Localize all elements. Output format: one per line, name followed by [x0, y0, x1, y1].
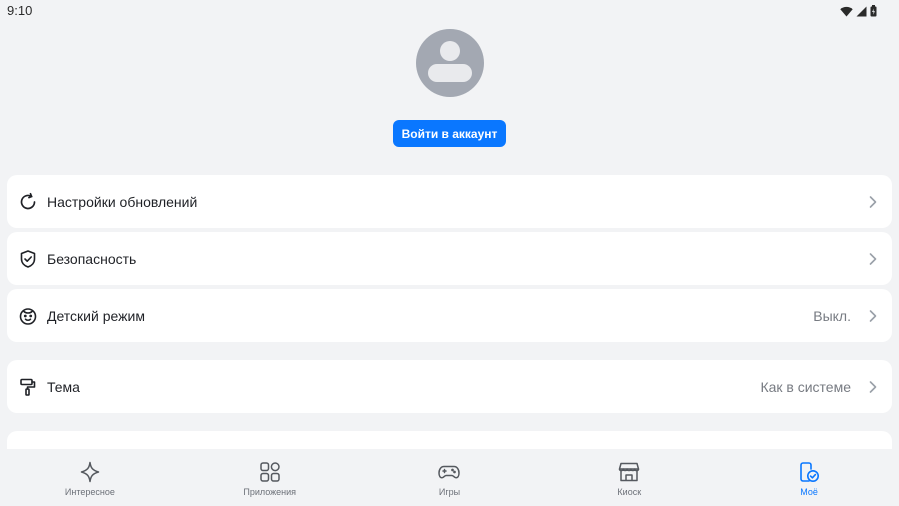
settings-row-label: Детский режим	[47, 307, 145, 324]
nav-label: Приложения	[243, 487, 297, 497]
settings-row-theme[interactable]: Тема Как в системе	[7, 360, 892, 413]
avatar-head	[440, 41, 460, 61]
nav-item-kiosk[interactable]: Киоск	[539, 449, 719, 506]
login-button[interactable]: Войти в аккаунт	[393, 120, 506, 147]
wifi-icon	[840, 4, 853, 22]
settings-row-security[interactable]: Безопасность	[7, 232, 892, 285]
store-icon	[617, 460, 641, 484]
paint-roller-icon	[18, 377, 38, 397]
status-icons	[840, 4, 877, 22]
settings-row-label: Безопасность	[47, 250, 137, 267]
my-page-screen: 9:10 Войти в аккаунт Настройки обновлени…	[0, 0, 899, 506]
child-face-icon	[18, 306, 38, 326]
apps-grid-icon	[258, 460, 282, 484]
settings-row-updates[interactable]: Настройки обновлений	[7, 175, 892, 228]
nav-item-apps[interactable]: Приложения	[180, 449, 360, 506]
shield-check-icon	[18, 249, 38, 269]
battery-icon	[870, 4, 877, 22]
chevron-right-icon	[868, 379, 878, 395]
settings-row-kids-mode[interactable]: Детский режим Выкл.	[7, 289, 892, 342]
status-time: 9:10	[7, 3, 33, 18]
settings-row-value: Как в системе	[760, 378, 851, 395]
avatar-body	[428, 64, 472, 82]
nav-label: Киоск	[617, 487, 642, 497]
my-apps-icon	[797, 460, 821, 484]
gamepad-icon	[437, 460, 461, 484]
avatar-placeholder-icon[interactable]	[416, 29, 484, 97]
refresh-icon	[18, 192, 38, 212]
settings-row-label: Тема	[47, 378, 80, 395]
chevron-right-icon	[868, 308, 878, 324]
chevron-right-icon	[868, 251, 878, 267]
nav-label: Игры	[438, 487, 461, 497]
status-bar: 9:10	[0, 0, 899, 22]
nav-item-mine[interactable]: Моё	[719, 449, 899, 506]
nav-label: Моё	[800, 487, 818, 497]
settings-row-value: Выкл.	[813, 307, 851, 324]
signal-icon	[856, 4, 867, 22]
bottom-nav: Интересное Приложения Игры Киоск Моё	[0, 449, 899, 506]
nav-item-games[interactable]: Игры	[360, 449, 540, 506]
chevron-right-icon	[868, 194, 878, 210]
nav-item-interesting[interactable]: Интересное	[0, 449, 180, 506]
sparkle-icon	[78, 460, 102, 484]
settings-row-label: Настройки обновлений	[47, 193, 198, 210]
nav-label: Интересное	[64, 487, 115, 497]
